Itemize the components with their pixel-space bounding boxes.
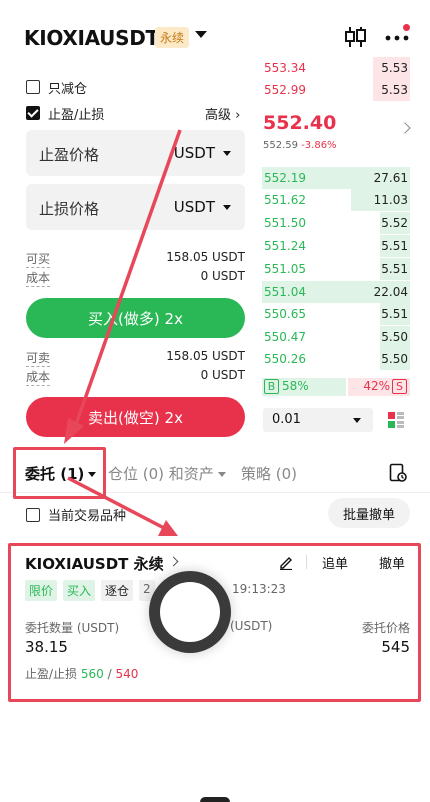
sell-cost-row: 成本 0 USDT <box>26 368 245 386</box>
precision-dropdown-icon <box>353 418 361 423</box>
ask-qty: 5.53 <box>381 61 408 75</box>
checkbox-box[interactable] <box>26 80 40 94</box>
ask-qty: 5.53 <box>381 83 408 97</box>
sell-available-label: 可卖 <box>26 351 51 367</box>
tp-price-placeholder: 止盈价格 <box>39 146 100 164</box>
bid-row[interactable]: 551.05 5.51 <box>262 258 410 280</box>
buy-ratio-tag: B <box>264 379 279 394</box>
tab-positions[interactable]: 仓位 (0) 和资产 <box>108 463 226 484</box>
bid-row[interactable]: 551.62 11.03 <box>262 189 410 211</box>
reduce-only-label: 只减仓 <box>48 81 88 97</box>
bid-qty: 27.61 <box>373 171 408 185</box>
bid-qty: 22.04 <box>373 285 408 299</box>
bid-row[interactable]: 551.50 5.52 <box>262 212 410 234</box>
buy-cost-row: 成本 0 USDT <box>26 269 245 287</box>
buy-ratio-segment: B 58% <box>262 378 346 396</box>
price-change: -3.86% <box>301 140 337 151</box>
tab-positions-dropdown-icon <box>217 472 226 477</box>
orderbook-layout-icon[interactable] <box>386 410 406 430</box>
sell-available-row: 可卖 158.05 USDT <box>26 349 245 367</box>
bid-price: 551.04 <box>264 285 306 299</box>
bid-price: 550.65 <box>264 307 306 321</box>
bid-row[interactable]: 550.47 5.50 <box>262 326 410 348</box>
home-indicator <box>200 797 230 802</box>
bid-price: 552.19 <box>264 171 306 185</box>
sell-ratio-segment: 42% S <box>348 378 410 396</box>
advanced-link[interactable]: 高级 › <box>205 104 240 123</box>
current-symbol-label: 当前交易品种 <box>48 509 127 524</box>
mark-price: 552.59 <box>263 140 298 151</box>
bid-price: 550.26 <box>264 352 306 366</box>
buy-available-row: 可买 158.05 USDT <box>26 250 245 268</box>
buy-cost-label: 成本 <box>26 271 51 287</box>
bid-row[interactable]: 550.65 5.51 <box>262 303 410 325</box>
bid-row[interactable]: 551.04 22.04 <box>262 281 410 303</box>
checkbox-box[interactable] <box>26 507 40 522</box>
symbol-dropdown-icon[interactable] <box>195 31 207 38</box>
notification-dot <box>403 24 410 31</box>
bid-price: 551.05 <box>264 262 306 276</box>
sl-unit-dropdown-icon[interactable] <box>223 205 231 210</box>
highlight-orders-tab <box>13 447 106 499</box>
sell-ratio-tag: S <box>392 379 407 394</box>
bid-row[interactable]: 552.19 27.61 <box>262 167 410 189</box>
ask-row[interactable]: 553.34 5.53 <box>262 57 410 79</box>
bid-qty: 5.51 <box>381 307 408 321</box>
sell-available-value: 158.05 USDT <box>166 349 245 363</box>
buy-long-button[interactable]: 买入(做多) 2x <box>26 298 245 338</box>
highlight-order-card <box>8 543 421 702</box>
sell-short-button[interactable]: 卖出(做空) 2x <box>26 397 245 437</box>
buy-cost-value: 0 USDT <box>200 269 245 283</box>
bid-qty: 5.51 <box>381 239 408 253</box>
buy-sell-ratio-bar: B 58% 42% S <box>262 378 410 396</box>
ask-price: 553.34 <box>264 61 306 75</box>
tab-strategy[interactable]: 策略 (0) <box>241 463 297 484</box>
ask-row[interactable]: 552.99 5.53 <box>262 79 410 101</box>
symbol-title[interactable]: KIOXIAUSDT <box>24 26 159 50</box>
tpsl-label: 止盈/止损 <box>48 107 105 123</box>
top-bar: KIOXIAUSDT 永续 <box>0 0 430 62</box>
bid-row[interactable]: 550.26 5.50 <box>262 348 410 370</box>
price-precision-value: 0.01 <box>272 412 301 427</box>
bid-qty: 5.50 <box>381 330 408 344</box>
chevron-right-icon[interactable] <box>399 122 411 134</box>
buy-ratio-value: 58% <box>282 379 309 393</box>
bid-qty: 5.52 <box>381 216 408 230</box>
tp-price-field[interactable]: 止盈价格 USDT <box>26 130 245 176</box>
tpsl-checkbox[interactable]: 止盈/止损 <box>26 104 105 123</box>
tp-unit-select[interactable]: USDT <box>174 144 215 162</box>
sl-price-field[interactable]: 止损价格 USDT <box>26 184 245 230</box>
bid-price: 550.47 <box>264 330 306 344</box>
tab-positions-label: 仓位 (0) 和资产 <box>108 465 214 483</box>
bid-qty: 11.03 <box>373 193 408 207</box>
candlestick-chart-icon[interactable] <box>343 25 367 49</box>
price-precision-select[interactable]: 0.01 <box>263 408 373 432</box>
batch-cancel-button[interactable]: 批量撤单 <box>328 498 410 528</box>
mark-price-line: 552.59 -3.86% <box>263 140 337 151</box>
bid-qty: 5.51 <box>381 262 408 276</box>
current-symbol-filter[interactable]: 当前交易品种 <box>26 505 126 524</box>
sell-cost-label: 成本 <box>26 370 51 386</box>
bid-price: 551.62 <box>264 193 306 207</box>
buy-available-value: 158.05 USDT <box>166 250 245 264</box>
sl-price-placeholder: 止损价格 <box>39 200 100 218</box>
reduce-only-checkbox[interactable]: 只减仓 <box>26 78 88 97</box>
bid-qty: 5.50 <box>381 352 408 366</box>
tp-unit-dropdown-icon[interactable] <box>223 151 231 156</box>
bid-row[interactable]: 551.24 5.51 <box>262 235 410 257</box>
bid-price: 551.50 <box>264 216 306 230</box>
last-price[interactable]: 552.40 <box>263 112 336 134</box>
ask-price: 552.99 <box>264 83 306 97</box>
order-history-icon[interactable] <box>389 463 407 483</box>
sl-unit-select[interactable]: USDT <box>174 198 215 216</box>
bid-price: 551.24 <box>264 239 306 253</box>
checkbox-box-checked[interactable] <box>26 106 40 120</box>
buy-available-label: 可买 <box>26 252 51 268</box>
sell-cost-value: 0 USDT <box>200 368 245 382</box>
sell-ratio-value: 42% <box>363 379 390 393</box>
contract-type-badge: 永续 <box>155 27 190 48</box>
